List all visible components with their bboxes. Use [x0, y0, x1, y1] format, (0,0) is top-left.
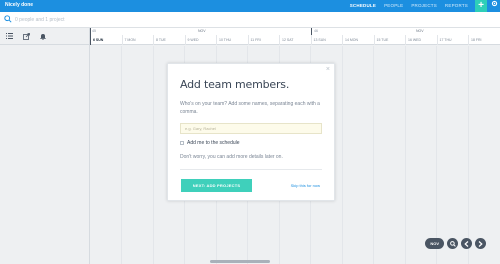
add-me-option[interactable]: Add me to the schedule	[180, 140, 240, 146]
day-cell: 11 FRI	[247, 35, 280, 45]
week-row: 45 NOV 46 NOV	[90, 28, 500, 35]
close-icon[interactable]: ×	[326, 66, 330, 73]
dialog-note: Don't worry, you can add more details la…	[180, 154, 283, 160]
search-input[interactable]	[15, 14, 315, 25]
chevron-left-svg	[464, 240, 469, 247]
add-button[interactable]: +	[475, 0, 487, 12]
add-me-checkbox[interactable]	[180, 141, 184, 145]
day-cell: 8 TUE	[153, 35, 185, 45]
app-title: Nicely done	[5, 2, 34, 8]
list-icon[interactable]	[5, 32, 13, 40]
grid-line	[153, 46, 154, 264]
bell-icon-svg	[40, 33, 46, 40]
nav-reports[interactable]: REPORTS	[441, 0, 472, 12]
chevron-right-svg	[478, 240, 483, 247]
search-icon	[4, 15, 12, 23]
export-icon-svg	[22, 32, 30, 40]
next-add-projects-button[interactable]: NEXT: ADD PROJECTS	[181, 179, 252, 192]
add-team-members-dialog: × Add team members. Who's on your team? …	[167, 63, 335, 201]
list-icon-svg	[5, 33, 13, 39]
dialog-title: Add team members.	[180, 78, 290, 91]
sidebar-toolbar	[0, 28, 89, 45]
main-nav: SCHEDULE PEOPLE PROJECTS REPORTS	[346, 0, 472, 12]
export-icon[interactable]	[22, 32, 30, 40]
nav-schedule[interactable]: SCHEDULE	[346, 0, 380, 12]
gear-icon[interactable]	[488, 0, 500, 12]
grid-line	[342, 46, 343, 264]
day-cell: 16 WED	[405, 35, 437, 45]
day-cell: 15 TUE	[373, 35, 406, 45]
month-label: NOV	[416, 29, 424, 33]
day-cell: 17 THU	[436, 35, 469, 45]
add-me-label: Add me to the schedule	[187, 140, 240, 146]
chevron-left-icon[interactable]	[461, 238, 472, 249]
grid-line	[373, 46, 374, 264]
nav-people[interactable]: PEOPLE	[380, 0, 407, 12]
search-bar	[0, 12, 500, 28]
chevron-right-icon[interactable]	[475, 238, 486, 249]
day-cell: 9 WED	[184, 35, 217, 45]
calendar-header: 45 NOV 46 NOV 6 SUN 7 MON 8 TUE 9 WED 10…	[90, 28, 500, 45]
nav-projects[interactable]: PROJECTS	[407, 0, 441, 12]
month-jump-button[interactable]: NOV	[425, 238, 444, 249]
divider	[180, 169, 322, 170]
skip-link[interactable]: Skip this for now	[291, 183, 320, 188]
day-cell: 10 THU	[216, 35, 248, 45]
dialog-description: Who's on your team? Add some names, sepa…	[180, 101, 320, 115]
week-number: 45	[92, 29, 96, 33]
top-bar: Nicely done SCHEDULE PEOPLE PROJECTS REP…	[0, 0, 500, 12]
horizontal-scrollbar[interactable]	[210, 260, 270, 263]
search-icon[interactable]	[447, 238, 458, 249]
day-cell: 7 MON	[121, 35, 154, 45]
day-cell: 13 SUN	[310, 35, 343, 45]
day-cell: 18 FRI	[468, 35, 500, 45]
month-label: NOV	[198, 29, 206, 33]
day-cell: 6 SUN	[90, 35, 122, 45]
gear-icon-svg	[491, 0, 497, 7]
team-names-input[interactable]	[180, 123, 322, 134]
sidebar	[0, 28, 90, 264]
day-cell: 12 SAT	[279, 35, 311, 45]
day-row: 6 SUN 7 MON 8 TUE 9 WED 10 THU 11 FRI 12…	[90, 35, 500, 45]
timeline-controls: NOV	[425, 238, 486, 249]
grid-line	[468, 46, 469, 264]
grid-line	[436, 46, 437, 264]
grid-line	[121, 46, 122, 264]
day-cell: 14 MON	[342, 35, 374, 45]
bell-icon[interactable]	[39, 32, 47, 40]
week-number: 46	[314, 29, 318, 33]
zoom-search-icon-svg	[449, 240, 456, 247]
grid-line	[405, 46, 406, 264]
